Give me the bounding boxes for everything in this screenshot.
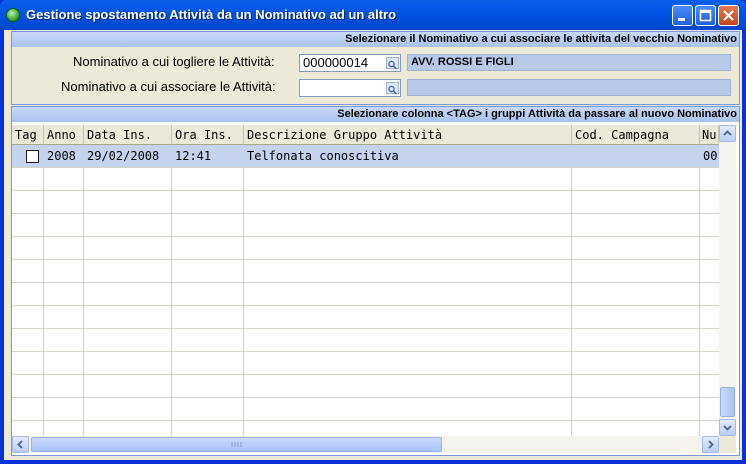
column-header-data-ins[interactable]: Data Ins. (84, 125, 172, 145)
table-row[interactable] (12, 214, 719, 237)
activity-groups-header: Selezionare colonna <TAG> i gruppi Attiv… (12, 107, 739, 122)
lookup-icon[interactable] (386, 57, 399, 70)
window-client-area: Selezionare il Nominativo a cui associar… (4, 30, 742, 460)
column-header-cod-campagna[interactable]: Cod. Campagna (572, 125, 700, 145)
to-nominativo-code-input[interactable] (299, 79, 401, 97)
ora-ins-cell: 12:41 (175, 149, 212, 163)
table-row[interactable]: 2008 29/02/2008 12:41 Telfonata conoscit… (12, 145, 719, 168)
table-row[interactable] (12, 168, 719, 191)
horizontal-scrollbar[interactable] (12, 436, 719, 453)
to-nominativo-name (407, 79, 731, 96)
chevron-left-icon (17, 440, 23, 449)
from-nominativo-label: Nominativo a cui togliere le Attività: (73, 54, 275, 69)
column-header-descrizione[interactable]: Descrizione Gruppo Attività (244, 125, 572, 145)
chevron-up-icon (723, 130, 732, 136)
title-bar[interactable]: Gestione spostamento Attività da un Nomi… (0, 0, 746, 30)
nominativo-panel-header: Selezionare il Nominativo a cui associar… (12, 32, 739, 47)
table-row[interactable] (12, 329, 719, 352)
tag-cell[interactable] (12, 145, 44, 167)
close-button[interactable] (718, 5, 739, 26)
from-nominativo-code-input[interactable]: 000000014 (299, 54, 401, 72)
table-row[interactable] (12, 191, 719, 214)
application-window: Gestione spostamento Attività da un Nomi… (0, 0, 746, 464)
activity-groups-panel: Selezionare colonna <TAG> i gruppi Attiv… (11, 106, 740, 456)
minimize-button[interactable] (672, 5, 693, 26)
table-row[interactable] (12, 375, 719, 398)
window-title: Gestione spostamento Attività da un Nomi… (26, 7, 397, 22)
data-ins-cell: 29/02/2008 (87, 149, 160, 163)
to-nominativo-label: Nominativo a cui associare le Attività: (61, 79, 276, 94)
nominativo-selection-panel: Selezionare il Nominativo a cui associar… (11, 31, 740, 105)
table-row[interactable] (12, 352, 719, 375)
app-status-icon (6, 8, 20, 22)
scrollbar-corner (719, 436, 736, 453)
table-row[interactable] (12, 398, 719, 421)
cod-campagna-cell (572, 145, 700, 167)
horizontal-scroll-thumb[interactable] (31, 437, 442, 452)
scroll-down-button[interactable] (719, 419, 736, 436)
from-nominativo-name: AVV. ROSSI E FIGLI (407, 54, 731, 71)
chevron-down-icon (723, 425, 732, 431)
table-row[interactable] (12, 283, 719, 306)
nu-cell: 00 (703, 149, 718, 163)
lookup-icon[interactable] (386, 82, 399, 95)
scroll-left-button[interactable] (12, 436, 29, 453)
from-nominativo-code-value: 000000014 (303, 55, 369, 70)
column-header-nu[interactable]: Nu (700, 125, 719, 145)
tag-checkbox[interactable] (26, 150, 39, 163)
descrizione-cell: Telfonata conoscitiva (247, 149, 399, 163)
column-header-anno[interactable]: Anno (44, 125, 84, 145)
table-row[interactable] (12, 237, 719, 260)
table-row[interactable] (12, 306, 719, 329)
vertical-scroll-thumb[interactable] (720, 387, 735, 417)
close-icon (723, 10, 734, 21)
column-header-tag[interactable]: Tag (12, 125, 44, 145)
table-row[interactable] (12, 260, 719, 283)
chevron-right-icon (708, 440, 714, 449)
anno-cell: 2008 (47, 149, 76, 163)
column-header-ora-ins[interactable]: Ora Ins. (172, 125, 244, 145)
scroll-up-button[interactable] (719, 125, 736, 142)
minimize-icon (678, 18, 685, 21)
grip-icon (231, 442, 242, 447)
table-row[interactable] (12, 421, 719, 436)
vertical-scrollbar[interactable] (719, 125, 736, 436)
scroll-right-button[interactable] (702, 436, 719, 453)
maximize-icon (699, 9, 712, 22)
activity-groups-grid[interactable]: Tag Anno Data Ins. Ora Ins. Descrizione … (12, 125, 719, 436)
maximize-button[interactable] (695, 5, 716, 26)
